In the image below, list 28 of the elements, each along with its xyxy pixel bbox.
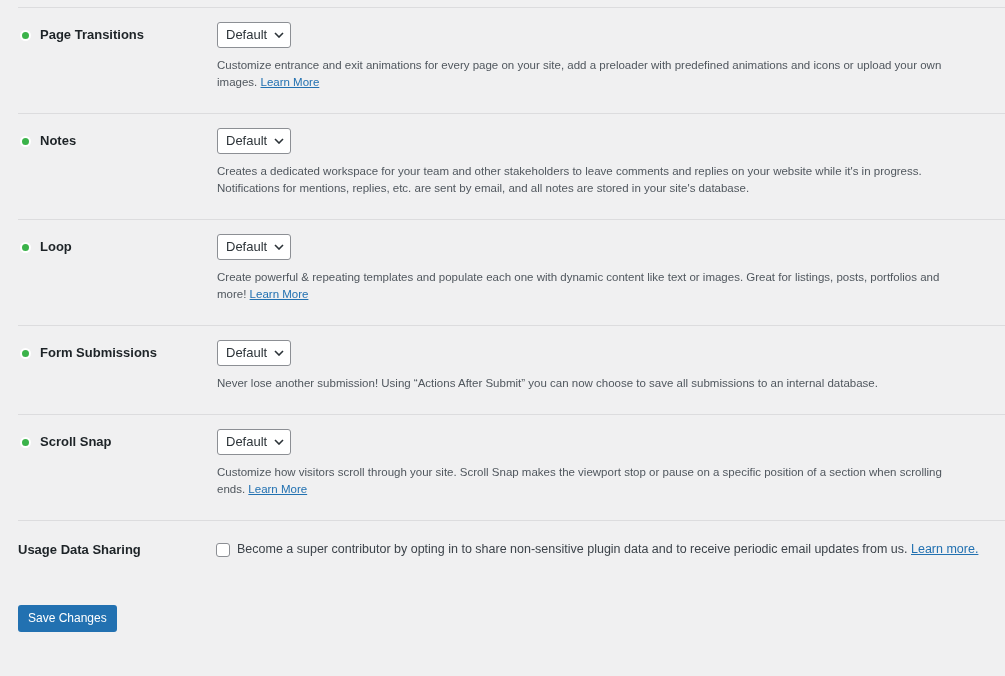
learn-more-link[interactable]: Learn more.	[911, 542, 979, 557]
checkbox-label: Become a super contributor by opting in to share non-sensitive plugin data and to receive periodic email updates from us. Learn more.	[237, 541, 979, 559]
feature-description: Creates a dedicated workspace for your team and other stakeholders to leave comments and replies on your website while it's in progress. Notifications for mentions, replies, etc. are sent by email, and all notes are stored in your site's database.	[217, 164, 923, 196]
dropdown[interactable]: Default	[217, 128, 291, 154]
learn-more-link[interactable]: Learn More	[249, 288, 309, 300]
dropdown[interactable]: Default	[217, 429, 291, 455]
dropdown[interactable]: Default	[217, 234, 291, 260]
learn-more-link[interactable]: Learn More	[248, 483, 308, 495]
chevron-down-icon	[274, 350, 284, 356]
feature-label: Notes	[40, 132, 77, 151]
feature-label: Form Submissions	[40, 344, 158, 363]
save-changes-button[interactable]: Save Changes	[18, 604, 117, 632]
dropdown[interactable]: Default	[217, 340, 291, 366]
checkbox[interactable]	[216, 542, 230, 557]
learn-more-link[interactable]: Learn More	[260, 76, 320, 88]
feature-description: Customize entrance and exit animations for every page on your site, add a preloader with predefined animations and icons or upload your own images. Learn More	[217, 58, 943, 90]
feature-label: Page Transitions	[40, 26, 145, 45]
feature-label: Scroll Snap	[40, 433, 112, 452]
feature-description: Create powerful & repeating templates and populate each one with dynamic content like text or images. Great for listings, posts, portfolios and more! Learn More	[217, 270, 941, 302]
chevron-down-icon	[274, 138, 284, 144]
chevron-down-icon	[274, 244, 284, 250]
chevron-down-icon	[274, 32, 284, 38]
feature-description: Customize how visitors scroll through your site. Scroll Snap makes the viewport stop or pause on a specific position of a section when scrolling ends. Learn More	[217, 465, 943, 497]
feature-label: Loop	[40, 238, 72, 257]
setting-label: Usage Data Sharing	[18, 541, 142, 559]
feature-description: Never lose another submission! Using “Actions After Submit” you can now choose to save all submissions to an internal database.	[217, 376, 879, 391]
dropdown[interactable]: Default	[217, 22, 291, 48]
chevron-down-icon	[274, 439, 284, 445]
